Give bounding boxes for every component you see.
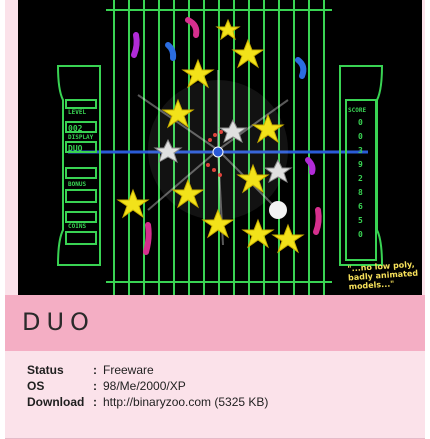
- detail-row-status: Status : Freeware: [27, 362, 268, 378]
- game-title: DUO: [22, 308, 95, 336]
- hud-score-digit: 8: [358, 188, 363, 197]
- hud-level-label: LEVEL: [68, 109, 86, 116]
- screenshot-caption: "...no low poly, badly animated models..…: [347, 259, 419, 292]
- hud-score-digit: 6: [358, 202, 363, 211]
- game-card: LEVEL 002 DISPLAY DUO BONUS COINS SCORE …: [5, 0, 425, 439]
- os-label: OS: [27, 379, 45, 393]
- game-details: Status : Freeware OS : 98/Me/2000/XP Dow…: [27, 362, 268, 410]
- hud-score-digit: 0: [358, 118, 363, 127]
- hud-score-digit: 0: [358, 132, 363, 141]
- hud-mode-label: DUO: [68, 144, 83, 153]
- gameplay-scene: LEVEL 002 DISPLAY DUO BONUS COINS SCORE …: [56, 0, 384, 295]
- game-screenshot: LEVEL 002 DISPLAY DUO BONUS COINS SCORE …: [18, 0, 422, 295]
- left-hud-panel: [56, 65, 101, 266]
- hud-score-digit: 0: [358, 230, 363, 239]
- os-value: 98/Me/2000/XP: [103, 379, 186, 393]
- hud-score-digit: 9: [358, 160, 363, 169]
- download-label: Download: [27, 395, 85, 409]
- detail-row-download: Download : http://binaryzoo.com (5325 KB…: [27, 394, 268, 410]
- colon-separator: :: [93, 379, 97, 393]
- hud-score-digit: 3: [358, 146, 363, 155]
- colon-separator: :: [93, 395, 97, 409]
- colon-separator: :: [93, 363, 97, 377]
- hud-bonus-label: BONUS: [68, 181, 86, 188]
- status-label: Status: [27, 363, 64, 377]
- download-link[interactable]: http://binaryzoo.com (5325 KB): [103, 394, 268, 410]
- hud-score-digit: 5: [358, 216, 363, 225]
- status-value: Freeware: [103, 363, 154, 377]
- hud-display-label: DISPLAY: [68, 134, 94, 141]
- hud-coins-label: COINS: [68, 223, 86, 230]
- detail-row-os: OS : 98/Me/2000/XP: [27, 378, 268, 394]
- hud-level-value: 002: [68, 124, 83, 133]
- title-bar: DUO: [5, 295, 425, 351]
- hud-score-label: SCORE: [348, 107, 366, 114]
- hud-score-digit: 2: [358, 174, 363, 183]
